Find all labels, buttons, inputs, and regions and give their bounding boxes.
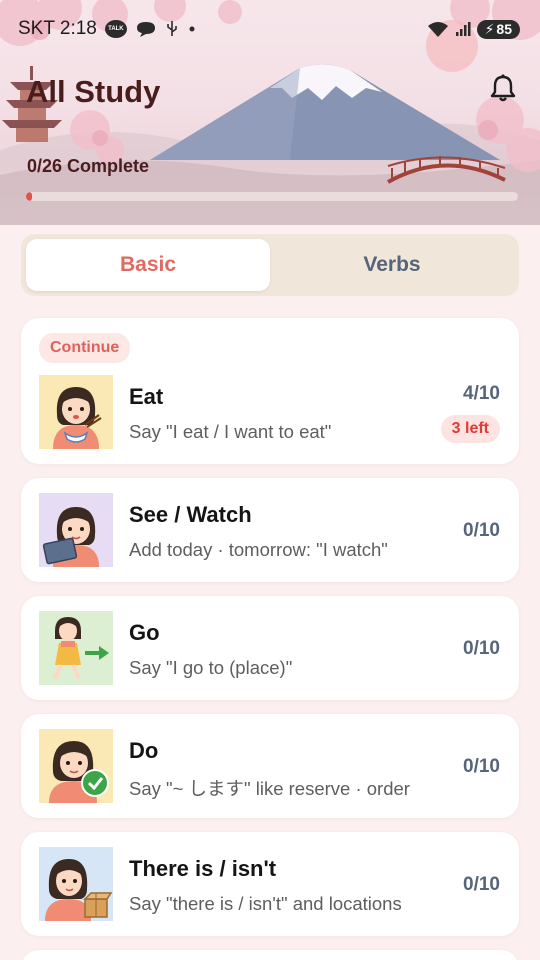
talk-icon: TALK: [104, 20, 127, 38]
girl-box-icon: [39, 847, 113, 921]
signal-icon: [455, 22, 471, 36]
lesson-score: 4/10: [463, 383, 500, 404]
bell-icon[interactable]: [490, 74, 516, 102]
lesson-subtitle: Add today · tomorrow: "I watch": [129, 539, 388, 560]
lesson-title: Do: [129, 738, 159, 763]
dot-icon: [189, 26, 195, 32]
lesson-score: 0/10: [463, 874, 500, 895]
lesson-score: 0/10: [463, 638, 500, 659]
header-banner: SKT 2:18 TALK ⚡ 85 All Study 0/26 Comple…: [0, 0, 540, 225]
continue-badge[interactable]: Continue: [39, 333, 131, 363]
lesson-card-eat[interactable]: Continue Eat Say "I eat / I want to eat"…: [21, 318, 519, 464]
lesson-title: There is / isn't: [129, 856, 277, 881]
lesson-card-go[interactable]: Go Say "I go to (place)" 0/10: [21, 596, 519, 700]
lesson-subtitle: Say "there is / isn't" and locations: [129, 893, 402, 914]
carrier-time: SKT 2:18: [18, 18, 97, 39]
battery-charging-icon: ⚡ 85: [476, 19, 520, 39]
battery-level: 85: [496, 21, 512, 37]
lesson-card-do[interactable]: Do Say "~ します" like reserve · order 0/10: [21, 714, 519, 818]
girl-tablet-icon: [39, 493, 113, 567]
lesson-subtitle: Say "~ します" like reserve · order: [129, 778, 410, 799]
status-bar: SKT 2:18 TALK ⚡ 85: [0, 0, 540, 58]
page-title: All Study: [26, 74, 161, 109]
girl-eating-icon: [39, 375, 113, 449]
tab-switcher: Basic Verbs: [21, 234, 519, 296]
chat-bubble-icon: [136, 22, 155, 37]
remaining-badge: 3 left: [440, 415, 500, 443]
lesson-subtitle: Say "I go to (place)": [129, 657, 293, 678]
girl-walking-icon: [39, 611, 113, 685]
lesson-score: 0/10: [463, 520, 500, 541]
tab-basic[interactable]: Basic: [26, 239, 270, 291]
progress-label: 0/26 Complete: [27, 156, 150, 176]
lesson-title: Eat: [129, 384, 164, 409]
lesson-card-there-is[interactable]: There is / isn't Say "there is / isn't" …: [21, 832, 519, 936]
wifi-icon: [427, 22, 448, 37]
lesson-title: Go: [129, 620, 160, 645]
lesson-card-see-watch[interactable]: See / Watch Add today · tomorrow: "I wat…: [21, 478, 519, 582]
usb-icon: [167, 21, 177, 36]
lesson-score: 0/10: [463, 756, 500, 777]
girl-checkmark-icon: [39, 729, 113, 803]
progress-fill: [26, 192, 32, 201]
lesson-subtitle: Say "I eat / I want to eat": [129, 421, 332, 442]
tab-verbs[interactable]: Verbs: [270, 239, 514, 291]
progress-bar: [26, 192, 518, 201]
lesson-title: See / Watch: [129, 502, 252, 527]
lesson-card-next[interactable]: [21, 950, 519, 960]
